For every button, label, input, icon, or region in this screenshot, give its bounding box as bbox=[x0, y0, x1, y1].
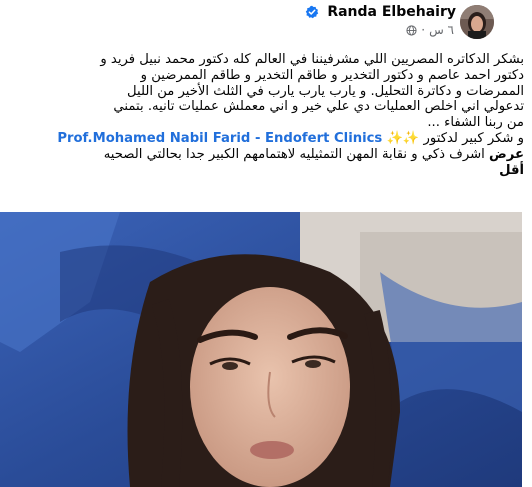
photo-illustration bbox=[0, 212, 522, 487]
see-less-link[interactable]: أقل bbox=[4, 163, 524, 179]
post-text-line: عرض اشرف ذكي و نقابة المهن التمثيليه لاه… bbox=[4, 147, 524, 163]
post-meta: ٦ س · bbox=[406, 23, 454, 37]
globe-icon bbox=[406, 24, 417, 36]
post-photo[interactable] bbox=[0, 212, 522, 487]
meta-separator: · bbox=[421, 23, 426, 37]
post-text-line7: اشرف ذكي و نقابة المهن التمثيليه لاهتمام… bbox=[103, 146, 485, 162]
post-text-line: من ربنا الشفاء ... bbox=[427, 115, 524, 131]
author-avatar[interactable] bbox=[460, 5, 494, 39]
post-text-line: دكتور احمد عاصم و دكتور التخدير و طاقم ا… bbox=[140, 67, 524, 83]
thanks-text: و شكر كبير لدكتور bbox=[423, 130, 524, 146]
mention-link[interactable]: Prof.Mohamed Nabil Farid - Endofert Clin… bbox=[57, 131, 382, 146]
see-more-prefix[interactable]: عرض bbox=[489, 147, 524, 162]
post-text-line: الممرضات و دكاترة التحليل. و يارب يارب ي… bbox=[127, 83, 524, 99]
see-less-label[interactable]: أقل bbox=[499, 163, 524, 178]
facebook-post-card: Randa Elbehairy ٦ س · بشكر الدكاتره المص… bbox=[0, 0, 532, 487]
post-text-line: بشكر الدكاتره المصريين اللي مشرفيننا في … bbox=[100, 52, 524, 67]
post-text-line-mention: و شكر كبير لدكتور ✨✨ Prof.Mohamed Nabil … bbox=[4, 131, 524, 147]
post-body: بشكر الدكاتره المصريين اللي مشرفيننا في … bbox=[4, 52, 524, 178]
post-text-line: تدعولي اني اخلص العمليات دي علي خير و ان… bbox=[113, 99, 524, 115]
post-time[interactable]: ٦ س bbox=[429, 23, 454, 37]
author-name[interactable]: Randa Elbehairy bbox=[327, 4, 456, 20]
verified-badge-icon bbox=[305, 5, 319, 19]
sparkles-emoji: ✨✨ bbox=[386, 130, 420, 146]
